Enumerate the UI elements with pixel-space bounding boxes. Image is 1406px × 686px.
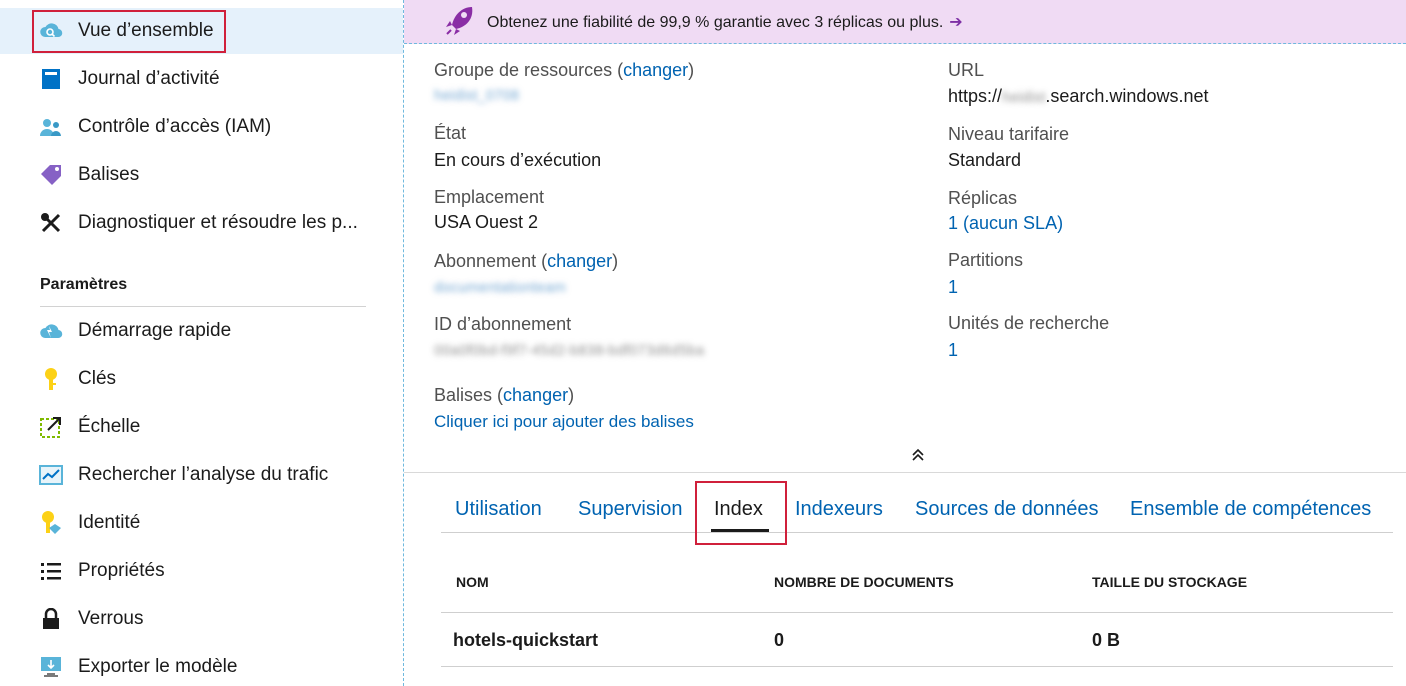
state-value: En cours d’exécution — [434, 150, 602, 170]
sidebar-item-label: Rechercher l’analyse du trafic — [78, 464, 329, 485]
properties-list-icon — [38, 558, 64, 584]
search-units-link[interactable]: 1 — [948, 340, 958, 361]
cloud-search-icon — [38, 18, 64, 44]
subscription-id-label: ID d’abonnement — [434, 314, 572, 334]
pricing-tier-value: Standard — [948, 150, 1022, 170]
identity-key-icon — [38, 510, 64, 536]
traffic-analytics-icon — [38, 462, 64, 488]
section-title-settings: Paramètres — [40, 276, 128, 293]
divider — [40, 306, 366, 307]
column-header-document-count[interactable]: NOMBRE DE DOCUMENTS — [774, 574, 954, 590]
quickstart-cloud-icon — [38, 318, 64, 344]
table-row-rule — [441, 666, 1393, 667]
collapse-chevron-icon[interactable] — [909, 446, 927, 464]
divider — [404, 472, 1406, 473]
sidebar-item-tags[interactable]: Balises — [0, 152, 403, 198]
url-value: https://heidist.search.windows.net — [948, 86, 1208, 107]
resource-group-change-link[interactable]: changer — [623, 60, 688, 80]
pricing-tier-label: Niveau tarifaire — [948, 124, 1070, 144]
lock-icon — [38, 606, 64, 632]
search-units-label: Unités de recherche — [948, 313, 1110, 333]
tab-usage[interactable]: Utilisation — [455, 498, 542, 521]
sidebar-item-label: Échelle — [78, 416, 141, 437]
sidebar-item-label: Identité — [78, 512, 141, 533]
tab-skillsets[interactable]: Ensemble de compétences — [1130, 498, 1371, 521]
sidebar-item-label: Exporter le modèle — [78, 656, 238, 677]
document-count-cell: 0 — [774, 630, 785, 650]
subscription-label: Abonnement (changer) — [434, 251, 619, 271]
key-icon — [38, 366, 64, 392]
scale-icon — [38, 414, 64, 440]
wrench-screwdriver-icon — [38, 210, 64, 236]
sidebar-item-quickstart[interactable]: Démarrage rapide — [0, 308, 403, 354]
resource-group-value[interactable]: heidist_0708 — [434, 87, 519, 104]
sidebar-item-traffic-analytics[interactable]: Rechercher l’analyse du trafic — [0, 452, 403, 498]
tags-label-text: Balises — [434, 385, 493, 405]
tab-data-sources[interactable]: Sources de données — [915, 498, 1098, 521]
replicas-link[interactable]: 1 (aucun SLA) — [948, 213, 1063, 234]
state-label: État — [434, 123, 467, 143]
main-pane: Obtenez une fiabilité de 99,9 % garantie… — [403, 0, 1406, 686]
activity-log-icon — [38, 66, 64, 92]
sidebar-item-identity[interactable]: Identité — [0, 500, 403, 546]
resource-group-label: Groupe de ressources (changer) — [434, 60, 695, 80]
location-label: Emplacement — [434, 187, 545, 207]
sidebar-item-activity-log[interactable]: Journal d’activité — [0, 56, 403, 102]
sidebar-item-label: Journal d’activité — [78, 68, 220, 89]
sidebar-item-properties[interactable]: Propriétés — [0, 548, 403, 594]
sidebar-item-label: Balises — [78, 164, 140, 185]
sidebar-item-label: Contrôle d’accès (IAM) — [78, 116, 272, 137]
resource-group-label-text: Groupe de ressources — [434, 60, 613, 80]
subscription-value[interactable]: documentationteam — [434, 279, 566, 296]
sidebar-item-keys[interactable]: Clés — [0, 356, 403, 402]
partitions-link[interactable]: 1 — [948, 277, 958, 298]
add-tags-link[interactable]: Cliquer ici pour ajouter des balises — [434, 412, 694, 432]
table-header-rule — [441, 612, 1393, 613]
banner-text: Obtenez une fiabilité de 99,9 % garantie… — [487, 12, 963, 32]
partitions-label: Partitions — [948, 250, 1024, 270]
sidebar-item-label: Démarrage rapide — [78, 320, 232, 341]
sidebar: Vue d’ensemble Journal d’activité Contrô… — [0, 0, 403, 686]
sidebar-item-locks[interactable]: Verrous — [0, 596, 403, 642]
sidebar-item-access-control[interactable]: Contrôle d’accès (IAM) — [0, 104, 403, 150]
storage-size-cell: 0 B — [1092, 630, 1121, 650]
url-label: URL — [948, 60, 985, 80]
sidebar-item-label: Vue d’ensemble — [78, 20, 214, 41]
tag-icon — [38, 162, 64, 188]
tags-label: Balises (changer) — [434, 385, 575, 405]
subscription-change-link[interactable]: changer — [547, 251, 612, 271]
tags-change-link[interactable]: changer — [503, 385, 568, 405]
sidebar-item-label: Clés — [78, 368, 117, 389]
export-template-icon — [38, 654, 64, 680]
arrow-right-icon: ➔ — [949, 13, 963, 31]
selected-tab-underline — [711, 529, 769, 532]
column-header-storage-size[interactable]: TAILLE DU STOCKAGE — [1092, 574, 1247, 590]
index-name-cell[interactable]: hotels-quickstart — [453, 630, 598, 651]
promo-banner[interactable]: Obtenez une fiabilité de 99,9 % garantie… — [404, 0, 1406, 44]
url-prefix: https:// — [948, 86, 1003, 106]
location-value: USA Ouest 2 — [434, 212, 539, 232]
banner-message: Obtenez une fiabilité de 99,9 % garantie… — [487, 13, 944, 31]
tab-indexes[interactable]: Index — [714, 498, 763, 521]
sidebar-item-export-template[interactable]: Exporter le modèle — [0, 644, 403, 686]
tab-monitoring[interactable]: Supervision — [578, 498, 683, 521]
access-control-icon — [38, 114, 64, 140]
replicas-label: Réplicas — [948, 188, 1018, 208]
sidebar-item-label: Verrous — [78, 608, 144, 629]
tab-indexers[interactable]: Indexeurs — [795, 498, 883, 521]
url-suffix: .search.windows.net — [1045, 86, 1209, 106]
tab-rule — [441, 532, 1393, 533]
rocket-icon — [444, 5, 474, 37]
sidebar-item-diagnose[interactable]: Diagnostiquer et résoudre les p... — [0, 200, 403, 246]
column-header-name[interactable]: NOM — [456, 574, 489, 590]
subscription-id-value: 00a0f0bd-f9f7-45d2-b838-bdf073d6d5ba — [434, 342, 705, 359]
url-hidden-part: heidist — [1002, 89, 1046, 106]
subscription-label-text: Abonnement — [434, 251, 537, 271]
sidebar-item-overview[interactable]: Vue d’ensemble — [0, 8, 403, 54]
sidebar-item-label: Propriétés — [78, 560, 165, 581]
sidebar-item-scale[interactable]: Échelle — [0, 404, 403, 450]
sidebar-item-label: Diagnostiquer et résoudre les p... — [78, 212, 358, 233]
